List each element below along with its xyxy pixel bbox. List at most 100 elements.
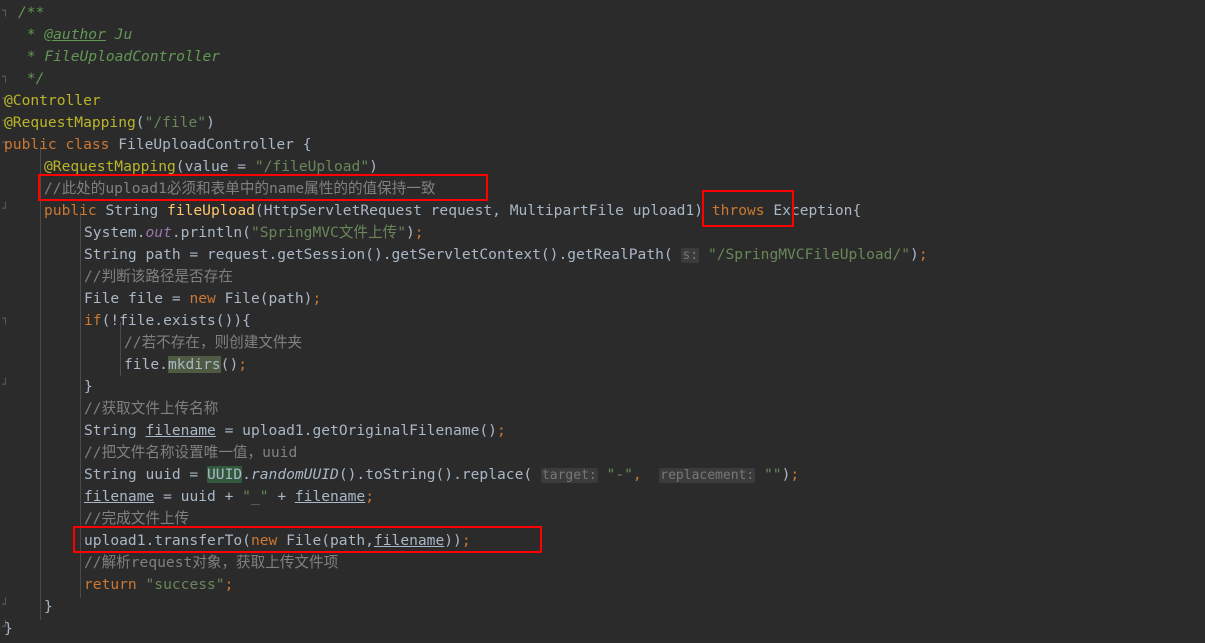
param-request-name: request, (421, 202, 510, 219)
type-string-filename: String (84, 422, 137, 439)
file-path-constructor: File(path) (224, 290, 313, 307)
semicolon-7: ; (365, 488, 374, 505)
return-type-string: String (105, 202, 159, 219)
paren-close-2: ) (369, 158, 378, 175)
plus-operator: + (268, 488, 295, 505)
type-multipartfile: MultipartFile (509, 202, 624, 219)
param-hint-s: s: (681, 248, 700, 263)
annotation-requestmapping-method: @RequestMapping (44, 158, 176, 175)
code-content[interactable]: /** * @author Ju * FileUploadController … (0, 0, 1205, 643)
var-file-assign: file = (119, 290, 190, 307)
comment-complete-upload-text: //完成文件上传 (84, 510, 190, 527)
semicolon-1: ; (414, 224, 424, 241)
paren-close-1: ) (206, 114, 215, 131)
code-line-class-close: } (4, 618, 13, 640)
uuid-class-highlighted: UUID (207, 466, 243, 483)
code-line-filename-assign: filename = uuid + "_" + filename; (84, 486, 374, 508)
code-line-filename-decl: String filename = upload1.getOriginalFil… (84, 420, 506, 442)
file-path-filename-ctor: File(path, (286, 532, 374, 549)
code-line-comment-uuid: //把文件名称设置唯一值，uuid (84, 442, 297, 464)
keyword-class: class (65, 136, 110, 153)
paren-open-2: ( (175, 158, 185, 175)
code-line-if-exists: if(!file.exists()){ (84, 310, 251, 332)
uuid-plus-expr: = uuid + (154, 488, 243, 505)
code-line-string-path: String path = request.getSession().getSe… (84, 244, 928, 266)
keyword-new-2: new (250, 532, 278, 549)
paren-close-4: ) (405, 224, 415, 241)
code-line-method-signature: public String fileUpload(HttpServletRequ… (44, 200, 861, 222)
type-httpservletrequest: HttpServletRequest (263, 202, 422, 219)
type-file-decl: File (84, 290, 120, 307)
comment-parse-request-text: //解析request对象，获取上传文件项 (84, 554, 339, 571)
semicolon-2: ; (918, 246, 928, 263)
var-filename-arg: filename (373, 532, 445, 549)
system-token: System. (84, 224, 146, 241)
code-line-controller-annotation: @Controller (4, 90, 101, 112)
string-springmvcfileupload: "/SpringMVCFileUpload/" (707, 246, 911, 263)
code-editor[interactable]: /** * @author Ju * FileUploadController … (0, 0, 1205, 643)
keyword-if: if (84, 312, 102, 329)
semicolon-9: ; (224, 576, 234, 593)
keyword-public-method: public (44, 202, 97, 219)
class-brace-close: } (4, 620, 13, 637)
var-filename-lhs: filename (84, 488, 155, 505)
code-line-comment-upload1: //此处的upload1必须和表单中的name属性的的值保持一致 (44, 178, 436, 200)
keyword-new-1: new (189, 290, 216, 307)
code-line-uuid-decl: String uuid = UUID.randomUUID().toString… (84, 464, 799, 486)
method-brace-open: { (852, 202, 862, 219)
annotation-controller: @Controller (4, 92, 101, 109)
code-line-transferto: upload1.transferTo(new File(path,filenam… (84, 530, 471, 552)
string-file-path: "/file" (144, 114, 207, 131)
method-brace-close: } (44, 598, 53, 615)
code-line-comment-complete-upload: //完成文件上传 (84, 508, 189, 530)
class-brace-open: { (302, 136, 312, 153)
code-line-comment-check-path: //判断该路径是否存在 (84, 266, 233, 288)
code-line-new-file: File file = new File(path); (84, 288, 321, 310)
type-exception: Exception (773, 202, 853, 219)
getrealpath-chain: request.getSession().getServletContext()… (207, 246, 673, 263)
semicolon-6: ; (790, 466, 800, 483)
value-equals: value = (184, 158, 255, 175)
param-hint-replacement: replacement: (659, 468, 756, 483)
code-line-javadoc-close: */ (18, 68, 45, 90)
println-call: .println( (171, 224, 251, 241)
system-out-field: out (145, 224, 172, 241)
string-success: "success" (145, 576, 225, 593)
string-fileupload-path: "/fileUpload" (254, 158, 370, 175)
upload1-getoriginalfilename: upload1.getOriginalFilename() (242, 422, 497, 439)
string-dash: "-" (606, 466, 633, 483)
type-string-path: String (84, 246, 137, 263)
author-tag: @author (44, 26, 106, 43)
uuid-dot: . (242, 466, 251, 483)
tostring-replace-chain: ().toString().replace( (338, 466, 533, 483)
param-upload1-name: upload1 (623, 202, 695, 219)
code-line-if-close: } (84, 376, 93, 398)
type-string-uuid: String (84, 466, 137, 483)
randomuuid-method: randomUUID (250, 466, 339, 483)
code-line-requestmapping-method: @RequestMapping(value = "/fileUpload") (44, 156, 378, 178)
comment-upload1-text: //此处的upload1必须和表单中的name属性的的值保持一致 (44, 180, 436, 197)
code-line-author: * @author Ju (18, 24, 132, 46)
var-uuid-assign: uuid = (136, 466, 208, 483)
comment-uuid-text: //把文件名称设置唯一值，uuid (84, 444, 298, 461)
comment-get-filename-text: //获取文件上传名称 (84, 400, 219, 417)
class-name-token: FileUploadController (118, 136, 294, 153)
mkdirs-method-highlighted: mkdirs (167, 356, 221, 373)
javadoc-star-2: * (18, 48, 45, 65)
paren-open-1: ( (135, 114, 145, 131)
var-filename-rhs: filename (294, 488, 366, 505)
paren-close-5: ) (910, 246, 919, 263)
javadoc-open-token: /** (18, 4, 45, 21)
semicolon-3: ; (312, 290, 322, 307)
code-line-return: return "success"; (84, 574, 233, 596)
keyword-public-class: public (4, 136, 57, 153)
keyword-throws: throws (711, 202, 765, 219)
author-name: Ju (105, 26, 133, 43)
code-line-comment-mkdir: //若不存在，则创建文件夹 (124, 332, 302, 354)
code-line-comment-parse-request: //解析request对象，获取上传文件项 (84, 552, 338, 574)
assign-1: = (215, 422, 243, 439)
comma-1: , (632, 466, 642, 483)
paren-close-3: ) (694, 202, 704, 219)
code-line-javadoc-class: * FileUploadController (18, 46, 220, 68)
string-underscore: "_" (242, 488, 269, 505)
